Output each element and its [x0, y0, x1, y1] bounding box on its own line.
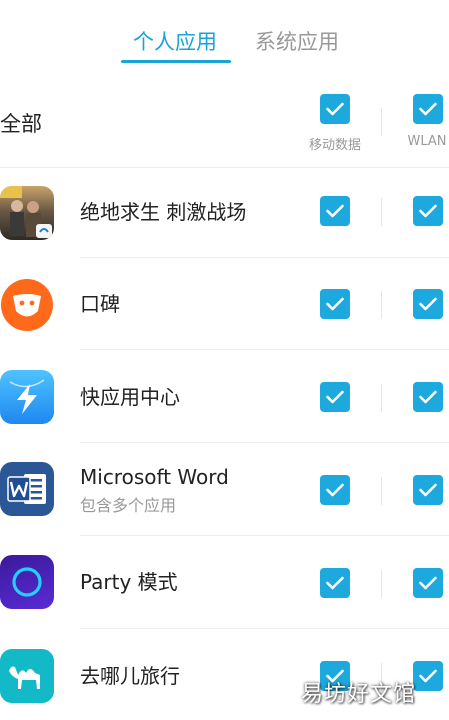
wlan-checkbox[interactable]: [413, 661, 443, 691]
select-all-label: 全部: [0, 112, 42, 136]
mobile-data-checkbox[interactable]: [320, 382, 350, 412]
mobile-data-all-checkbox[interactable]: [320, 94, 350, 124]
app-name: 快应用中心: [80, 385, 180, 409]
app-row: Microsoft Word 包含多个应用: [0, 443, 449, 536]
app-row: 口碑: [0, 258, 449, 350]
wlan-checkbox[interactable]: [413, 382, 443, 412]
wlan-checkbox[interactable]: [413, 196, 443, 226]
wlan-checkbox[interactable]: [413, 475, 443, 505]
word-icon: [0, 462, 54, 516]
tab-system-apps[interactable]: 系统应用: [255, 28, 339, 56]
app-name: 绝地求生 刺激战场: [80, 200, 247, 224]
column-divider: [381, 198, 382, 226]
mobile-data-column-label: 移动数据: [308, 138, 361, 153]
app-name: Microsoft Word: [80, 465, 229, 489]
app-type-tabs: 个人应用 系统应用: [0, 0, 449, 70]
mobile-data-checkbox[interactable]: [320, 289, 350, 319]
watermark: 易坊好文馆: [301, 682, 417, 707]
active-tab-indicator: [121, 60, 231, 63]
column-divider: [381, 384, 382, 412]
app-row: Party 模式: [0, 536, 449, 629]
column-divider: [381, 291, 382, 319]
app-row: 绝地求生 刺激战场: [0, 168, 449, 258]
qunar-camel-icon: [0, 649, 54, 703]
wlan-all-checkbox[interactable]: [413, 94, 443, 124]
wlan-checkbox[interactable]: [413, 568, 443, 598]
column-divider: [381, 570, 382, 598]
pubg-game-icon: [0, 186, 54, 240]
koubei-smile-icon: [0, 278, 54, 332]
app-subtitle: 包含多个应用: [80, 496, 177, 515]
column-divider: [381, 477, 382, 505]
mobile-data-checkbox[interactable]: [320, 568, 350, 598]
select-all-row: 全部 移动数据 WLAN: [0, 70, 449, 168]
tab-personal-apps[interactable]: 个人应用: [133, 28, 217, 56]
party-ring-icon: [0, 555, 54, 609]
wlan-column-label: WLAN: [407, 134, 447, 149]
app-name: Party 模式: [80, 570, 178, 594]
app-name: 去哪儿旅行: [80, 664, 180, 688]
wlan-checkbox[interactable]: [413, 289, 443, 319]
app-row: 快应用中心: [0, 350, 449, 443]
column-divider: [381, 108, 382, 136]
quick-app-lightning-icon: [0, 370, 54, 424]
app-name: 口碑: [80, 292, 120, 316]
mobile-data-checkbox[interactable]: [320, 475, 350, 505]
mobile-data-checkbox[interactable]: [320, 196, 350, 226]
